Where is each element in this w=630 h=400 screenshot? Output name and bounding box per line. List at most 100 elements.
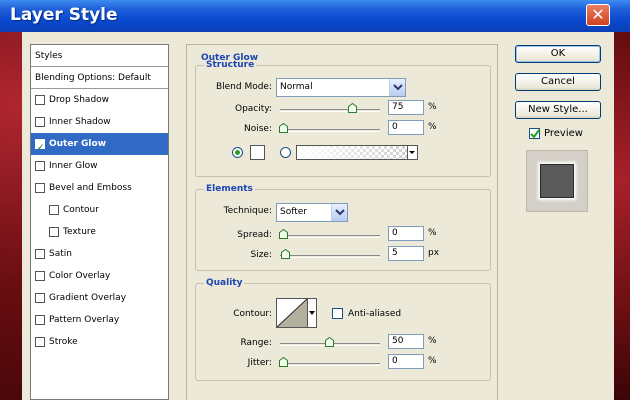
anti-aliased-checkbox[interactable] bbox=[332, 308, 343, 319]
style-item-bevel-and-emboss[interactable]: Bevel and Emboss bbox=[31, 177, 168, 199]
title-bar[interactable]: Layer Style ✕ bbox=[0, 0, 630, 32]
blend-mode-label: Blend Mode: bbox=[215, 82, 272, 92]
style-checkbox[interactable] bbox=[35, 183, 45, 193]
close-icon: ✕ bbox=[591, 5, 605, 24]
jitter-label: Jitter: bbox=[247, 358, 272, 368]
window-title: Layer Style bbox=[10, 5, 118, 25]
style-item-drop-shadow[interactable]: Drop Shadow bbox=[31, 89, 168, 111]
preview-label: Preview bbox=[544, 128, 583, 139]
style-checkbox[interactable] bbox=[35, 271, 45, 281]
quality-title: Quality bbox=[204, 278, 245, 288]
style-item-stroke[interactable]: Stroke bbox=[31, 331, 168, 353]
opacity-input[interactable]: 75 bbox=[388, 100, 424, 115]
outer-glow-panel: Outer Glow Structure Blend Mode: Normal … bbox=[186, 44, 498, 400]
size-unit: px bbox=[428, 248, 440, 258]
cancel-button[interactable]: Cancel bbox=[515, 73, 601, 91]
contour-label: Contour: bbox=[233, 309, 272, 319]
style-checkbox[interactable] bbox=[35, 315, 45, 325]
spread-input[interactable]: 0 bbox=[388, 226, 424, 241]
noise-slider-track[interactable] bbox=[280, 129, 380, 132]
layer-style-dialog: Layer Style ✕ Styles Blending Options: De… bbox=[0, 0, 630, 400]
glow-color-swatch[interactable] bbox=[250, 145, 265, 160]
style-checkbox[interactable] bbox=[35, 337, 45, 347]
range-label: Range: bbox=[240, 338, 272, 348]
quality-group: Quality Contour: Anti-aliased Range: 50 … bbox=[195, 278, 491, 381]
spread-slider-track[interactable] bbox=[280, 235, 380, 238]
style-item-color-overlay[interactable]: Color Overlay bbox=[31, 265, 168, 287]
preview-thumbnail bbox=[540, 164, 574, 198]
spread-slider-thumb[interactable] bbox=[279, 229, 288, 239]
style-item-label: Inner Shadow bbox=[49, 117, 111, 127]
style-item-label: Satin bbox=[49, 249, 72, 259]
style-item-label: Pattern Overlay bbox=[49, 315, 120, 325]
range-slider-thumb[interactable] bbox=[325, 337, 334, 347]
style-item-label: Bevel and Emboss bbox=[49, 183, 132, 193]
glow-gradient-picker[interactable] bbox=[296, 145, 418, 160]
style-item-blending-options-default[interactable]: Blending Options: Default bbox=[31, 67, 168, 89]
range-unit: % bbox=[428, 336, 437, 346]
style-checkbox[interactable] bbox=[35, 117, 45, 127]
background-canvas-left bbox=[0, 32, 22, 400]
noise-slider-thumb[interactable] bbox=[279, 123, 288, 133]
style-item-inner-shadow[interactable]: Inner Shadow bbox=[31, 111, 168, 133]
style-item-inner-glow[interactable]: Inner Glow bbox=[31, 155, 168, 177]
gradient-radio[interactable] bbox=[280, 147, 291, 158]
jitter-input[interactable]: 0 bbox=[388, 354, 424, 369]
style-item-label: Texture bbox=[63, 227, 96, 237]
ok-button[interactable]: OK bbox=[515, 45, 601, 63]
style-checkbox[interactable] bbox=[35, 161, 45, 171]
style-checkbox[interactable] bbox=[49, 205, 59, 215]
style-item-texture[interactable]: Texture bbox=[31, 221, 168, 243]
style-item-label: Blending Options: Default bbox=[35, 73, 151, 83]
chevron-down-icon bbox=[331, 204, 347, 221]
style-item-label: Outer Glow bbox=[49, 139, 107, 149]
opacity-slider-track[interactable] bbox=[280, 109, 380, 112]
background-canvas-right bbox=[614, 32, 630, 400]
style-checkbox[interactable] bbox=[35, 95, 45, 105]
style-item-label: Gradient Overlay bbox=[49, 293, 127, 303]
style-item-styles[interactable]: Styles bbox=[31, 45, 168, 67]
noise-unit: % bbox=[428, 122, 437, 132]
technique-value: Softer bbox=[280, 207, 307, 217]
technique-select[interactable]: Softer bbox=[276, 203, 348, 222]
style-checkbox[interactable] bbox=[35, 137, 45, 159]
jitter-unit: % bbox=[428, 356, 437, 366]
style-checkbox[interactable] bbox=[35, 249, 45, 259]
styles-list: Styles Blending Options: Default Drop Shad… bbox=[30, 44, 169, 400]
style-checkbox[interactable] bbox=[49, 227, 59, 237]
spread-label: Spread: bbox=[237, 230, 272, 240]
blend-mode-select[interactable]: Normal bbox=[276, 78, 406, 97]
style-item-contour[interactable]: Contour bbox=[31, 199, 168, 221]
spread-unit: % bbox=[428, 228, 437, 238]
elements-title: Elements bbox=[204, 184, 255, 194]
blend-mode-value: Normal bbox=[280, 82, 313, 92]
style-item-satin[interactable]: Satin bbox=[31, 243, 168, 265]
style-checkbox[interactable] bbox=[35, 293, 45, 303]
noise-input[interactable]: 0 bbox=[388, 120, 424, 135]
style-item-label: Contour bbox=[63, 205, 99, 215]
opacity-slider-thumb[interactable] bbox=[348, 103, 357, 113]
style-item-label: Stroke bbox=[49, 337, 78, 347]
style-item-label: Styles bbox=[35, 51, 63, 61]
solid-color-radio[interactable] bbox=[232, 147, 243, 158]
preview-checkbox[interactable] bbox=[529, 128, 540, 139]
structure-title: Structure bbox=[204, 60, 257, 70]
style-item-outer-glow[interactable]: Outer Glow bbox=[31, 133, 168, 159]
structure-group: Structure Blend Mode: Normal Opacity: 75… bbox=[195, 60, 491, 177]
chevron-down-icon bbox=[407, 146, 417, 159]
size-label: Size: bbox=[250, 250, 272, 260]
style-item-pattern-overlay[interactable]: Pattern Overlay bbox=[31, 309, 168, 331]
size-slider-thumb[interactable] bbox=[280, 249, 290, 259]
close-button[interactable]: ✕ bbox=[586, 4, 610, 26]
style-item-gradient-overlay[interactable]: Gradient Overlay bbox=[31, 287, 168, 309]
size-slider-track[interactable] bbox=[280, 255, 380, 258]
size-input[interactable]: 5 bbox=[388, 246, 424, 261]
range-input[interactable]: 50 bbox=[388, 334, 424, 349]
contour-dropdown[interactable] bbox=[307, 298, 317, 328]
noise-label: Noise: bbox=[244, 124, 272, 134]
contour-picker[interactable] bbox=[276, 298, 308, 328]
jitter-slider-track[interactable] bbox=[280, 363, 380, 366]
jitter-slider-thumb[interactable] bbox=[279, 357, 288, 367]
new-style-button[interactable]: New Style... bbox=[515, 101, 601, 119]
chevron-down-icon bbox=[389, 79, 405, 96]
